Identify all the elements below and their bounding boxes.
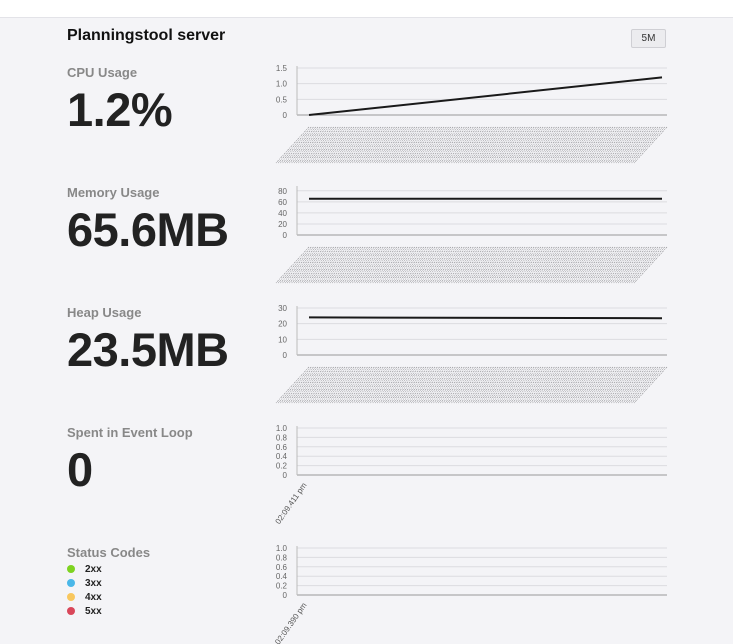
cpu-usage-value: 1.2% — [67, 83, 173, 136]
y-tick-label: 1.0 — [276, 544, 288, 553]
y-tick-label: 0.2 — [276, 582, 288, 591]
series-line — [308, 76, 663, 116]
x-tick-label — [627, 246, 661, 284]
x-tick-label — [633, 366, 668, 404]
x-axis-dense-labels — [275, 246, 668, 284]
heap-usage-label: Heap Usage — [67, 305, 142, 320]
legend-dot-3xx — [67, 579, 75, 587]
x-tick-label — [631, 246, 665, 284]
x-tick-label — [629, 126, 663, 164]
y-tick-label: 0 — [283, 231, 288, 240]
x-tick-label — [633, 246, 668, 284]
charts-area: 1.5 1.0 0.5 0 80 60 40 20 0 30 20 10 0 1.0 0.8 0.6 0.4 0.… — [270, 0, 733, 644]
legend-item-4xx: 4xx — [67, 590, 102, 604]
event-loop-label: Spent in Event Loop — [67, 425, 193, 440]
x-tick-label — [629, 246, 663, 284]
status-codes-label: Status Codes — [67, 545, 151, 560]
charts-svg: 1.51.00.5080604020030201001.00.80.60.40.… — [273, 64, 668, 644]
x-tick-label — [627, 366, 661, 404]
legend-item-5xx: 5xx — [67, 604, 102, 618]
y-tick-label: 0.2 — [276, 462, 288, 471]
x-tick-label — [631, 366, 665, 404]
x-tick-label: 02:09.411 pm — [274, 481, 309, 526]
y-tick-label: 0.4 — [276, 452, 288, 461]
y-tick-label: 1.0 — [276, 80, 288, 89]
page-title: Planningstool server — [67, 27, 226, 44]
x-tick-label — [624, 366, 659, 404]
legend-dot-4xx — [67, 593, 75, 601]
x-tick-label — [627, 126, 661, 164]
legend-label-3xx: 3xx — [85, 577, 102, 589]
y-tick-label: 80 — [278, 187, 287, 196]
legend-item-3xx: 3xx — [67, 576, 102, 590]
cpu-usage-label: CPU Usage — [67, 65, 138, 80]
legend-label-4xx: 4xx — [85, 591, 102, 603]
y-tick-label: 0.6 — [276, 563, 288, 572]
y-tick-label: 0.6 — [276, 443, 288, 452]
y-tick-label: 0.5 — [276, 95, 288, 104]
memory-usage-label: Memory Usage — [67, 185, 160, 200]
legend-item-2xx: 2xx — [67, 562, 102, 576]
x-tick-label: 02:09.390 pm — [273, 601, 309, 644]
y-tick-label: 0 — [283, 591, 288, 600]
y-tick-label: 0 — [283, 471, 288, 480]
status-codes-legend: 2xx 3xx 4xx 5xx — [67, 562, 102, 618]
y-tick-label: 1.5 — [276, 64, 288, 73]
legend-label-2xx: 2xx — [85, 563, 102, 575]
y-tick-label: 30 — [278, 304, 287, 313]
legend-dot-2xx — [67, 565, 75, 573]
x-axis-dense-labels — [275, 366, 668, 404]
y-tick-label: 20 — [278, 320, 287, 329]
y-tick-label: 0 — [283, 111, 288, 120]
series-line — [308, 316, 663, 320]
x-axis-dense-labels — [275, 126, 668, 164]
y-tick-label: 0.4 — [276, 572, 288, 581]
memory-usage-value: 65.6MB — [67, 203, 229, 256]
y-tick-label: 0.8 — [276, 553, 288, 562]
legend-label-5xx: 5xx — [85, 605, 102, 617]
x-tick-label — [629, 366, 663, 404]
y-tick-label: 0 — [283, 351, 288, 360]
event-loop-value: 0 — [67, 443, 93, 496]
x-tick-label — [624, 246, 659, 284]
y-tick-label: 60 — [278, 198, 287, 207]
x-tick-label — [631, 126, 665, 164]
y-tick-label: 10 — [278, 335, 287, 344]
x-tick-label — [633, 126, 668, 164]
heap-usage-value: 23.5MB — [67, 323, 229, 376]
y-tick-label: 20 — [278, 220, 287, 229]
y-tick-label: 0.8 — [276, 433, 288, 442]
y-tick-label: 40 — [278, 209, 287, 218]
legend-dot-5xx — [67, 607, 75, 615]
y-tick-label: 1.0 — [276, 424, 288, 433]
x-tick-label — [624, 126, 659, 164]
